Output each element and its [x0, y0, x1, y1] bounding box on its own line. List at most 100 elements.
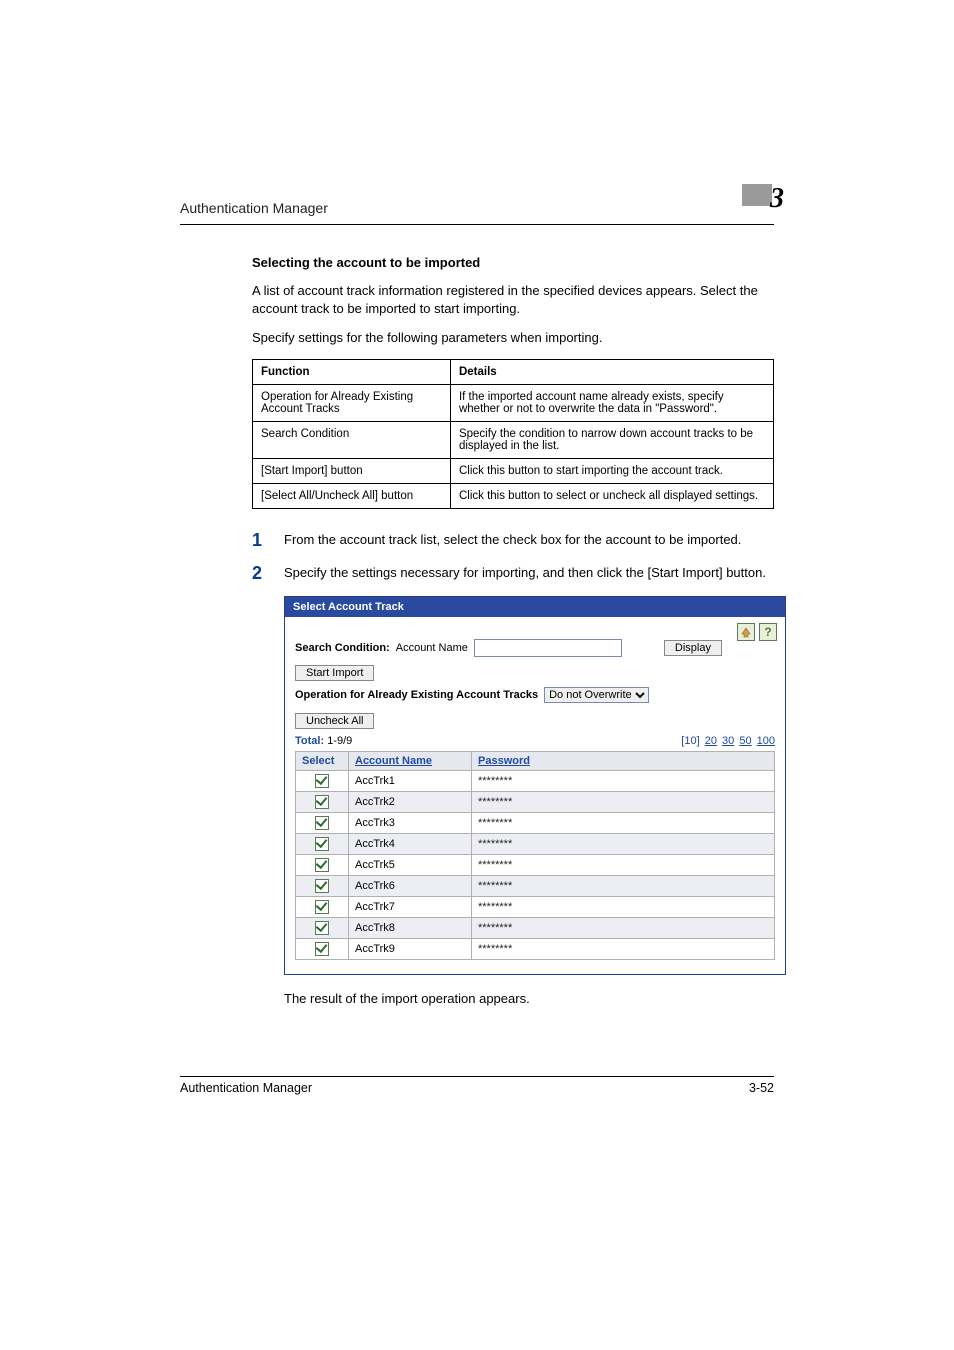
- account-name-cell: AccTrk4: [349, 834, 472, 855]
- account-name-cell: AccTrk8: [349, 918, 472, 939]
- row-checkbox[interactable]: [315, 921, 329, 935]
- table-row: AccTrk9 ********: [296, 939, 775, 960]
- start-import-row: Start Import: [295, 665, 775, 681]
- pager-current: [10]: [681, 735, 699, 747]
- chapter-number: 3: [770, 188, 784, 210]
- total-pager-row: Total: 1-9/9 [10] 20 30 50 100: [295, 735, 775, 747]
- detail-cell: If the imported account name already exi…: [450, 384, 773, 421]
- section-heading: Selecting the account to be imported: [252, 255, 774, 270]
- table-header-row: Function Details: [253, 359, 774, 384]
- pager-50[interactable]: 50: [739, 735, 751, 747]
- operation-select[interactable]: Do not Overwrite: [544, 687, 649, 703]
- chapter-badge: 3: [742, 184, 784, 206]
- password-cell: ********: [472, 792, 775, 813]
- col-select: Select: [296, 752, 349, 771]
- header-rule: [180, 224, 774, 225]
- total-value: 1-9/9: [327, 735, 352, 747]
- detail-cell: Click this button to select or uncheck a…: [450, 483, 773, 508]
- password-cell: ********: [472, 834, 775, 855]
- footer-rule: [180, 1076, 774, 1077]
- intro-paragraph-2: Specify settings for the following param…: [252, 329, 774, 347]
- step-number: 2: [252, 564, 284, 583]
- row-checkbox[interactable]: [315, 795, 329, 809]
- account-name-cell: AccTrk5: [349, 855, 472, 876]
- password-cell: ********: [472, 918, 775, 939]
- table-row: AccTrk2 ********: [296, 792, 775, 813]
- fn-cell: Operation for Already Existing Account T…: [253, 384, 451, 421]
- intro-paragraph-1: A list of account track information regi…: [252, 282, 774, 317]
- uncheck-row: Uncheck All: [295, 713, 775, 729]
- fn-cell: [Start Import] button: [253, 458, 451, 483]
- operation-row: Operation for Already Existing Account T…: [295, 687, 775, 703]
- step-2: 2 Specify the settings necessary for imp…: [252, 564, 774, 583]
- row-checkbox[interactable]: [315, 858, 329, 872]
- table-row: AccTrk8 ********: [296, 918, 775, 939]
- account-name-cell: AccTrk2: [349, 792, 472, 813]
- row-checkbox[interactable]: [315, 879, 329, 893]
- pager-100[interactable]: 100: [757, 735, 775, 747]
- row-checkbox[interactable]: [315, 942, 329, 956]
- up-icon[interactable]: [737, 623, 755, 641]
- display-button[interactable]: Display: [664, 640, 722, 656]
- search-condition-label: Search Condition:: [295, 642, 390, 654]
- password-cell: ********: [472, 897, 775, 918]
- password-cell: ********: [472, 876, 775, 897]
- running-header: Authentication Manager: [180, 200, 328, 216]
- pager-30[interactable]: 30: [722, 735, 734, 747]
- table-row: AccTrk3 ********: [296, 813, 775, 834]
- step-number: 1: [252, 531, 284, 550]
- account-name-cell: AccTrk6: [349, 876, 472, 897]
- table-row: Operation for Already Existing Account T…: [253, 384, 774, 421]
- page-size-pager: [10] 20 30 50 100: [681, 735, 775, 747]
- table-row: AccTrk1 ********: [296, 771, 775, 792]
- footer-left: Authentication Manager: [180, 1081, 312, 1095]
- account-name-cell: AccTrk7: [349, 897, 472, 918]
- table-row: [Start Import] button Click this button …: [253, 458, 774, 483]
- table-header-row: Select Account Name Password: [296, 752, 775, 771]
- fn-cell: Search Condition: [253, 421, 451, 458]
- col-password[interactable]: Password: [472, 752, 775, 771]
- account-name-cell: AccTrk1: [349, 771, 472, 792]
- row-checkbox[interactable]: [315, 900, 329, 914]
- sort-password[interactable]: Password: [478, 755, 530, 767]
- footer-page: 3-52: [749, 1081, 774, 1095]
- row-checkbox[interactable]: [315, 837, 329, 851]
- table-row: Search Condition Specify the condition t…: [253, 421, 774, 458]
- function-details-table: Function Details Operation for Already E…: [252, 359, 774, 509]
- step-text: From the account track list, select the …: [284, 531, 774, 550]
- uncheck-all-button[interactable]: Uncheck All: [295, 713, 374, 729]
- password-cell: ********: [472, 771, 775, 792]
- chapter-slab: [742, 184, 772, 206]
- table-row: AccTrk5 ********: [296, 855, 775, 876]
- select-account-track-panel: Select Account Track ? Search Condition:…: [284, 596, 786, 975]
- password-cell: ********: [472, 813, 775, 834]
- detail-cell: Specify the condition to narrow down acc…: [450, 421, 773, 458]
- step-text: Specify the settings necessary for impor…: [284, 564, 774, 583]
- help-icon[interactable]: ?: [759, 623, 777, 641]
- detail-cell: Click this button to start importing the…: [450, 458, 773, 483]
- table-row: AccTrk7 ********: [296, 897, 775, 918]
- search-condition-row: Search Condition: Account Name Display: [295, 639, 775, 657]
- account-name-input[interactable]: [474, 639, 622, 657]
- col-account-name[interactable]: Account Name: [349, 752, 472, 771]
- panel-title: Select Account Track: [285, 597, 785, 617]
- table-row: [Select All/Uncheck All] button Click th…: [253, 483, 774, 508]
- row-checkbox[interactable]: [315, 816, 329, 830]
- fn-cell: [Select All/Uncheck All] button: [253, 483, 451, 508]
- start-import-button[interactable]: Start Import: [295, 665, 374, 681]
- account-track-table: Select Account Name Password AccTrk1 ***…: [295, 751, 775, 960]
- password-cell: ********: [472, 855, 775, 876]
- col-function: Function: [253, 359, 451, 384]
- operation-label: Operation for Already Existing Account T…: [295, 689, 538, 701]
- row-checkbox[interactable]: [315, 774, 329, 788]
- account-name-cell: AccTrk3: [349, 813, 472, 834]
- account-name-label: Account Name: [396, 642, 468, 654]
- pager-20[interactable]: 20: [705, 735, 717, 747]
- total-label: Total:: [295, 735, 324, 747]
- result-text: The result of the import operation appea…: [284, 991, 774, 1006]
- password-cell: ********: [472, 939, 775, 960]
- account-name-cell: AccTrk9: [349, 939, 472, 960]
- step-1: 1 From the account track list, select th…: [252, 531, 774, 550]
- col-details: Details: [450, 359, 773, 384]
- sort-account-name[interactable]: Account Name: [355, 755, 432, 767]
